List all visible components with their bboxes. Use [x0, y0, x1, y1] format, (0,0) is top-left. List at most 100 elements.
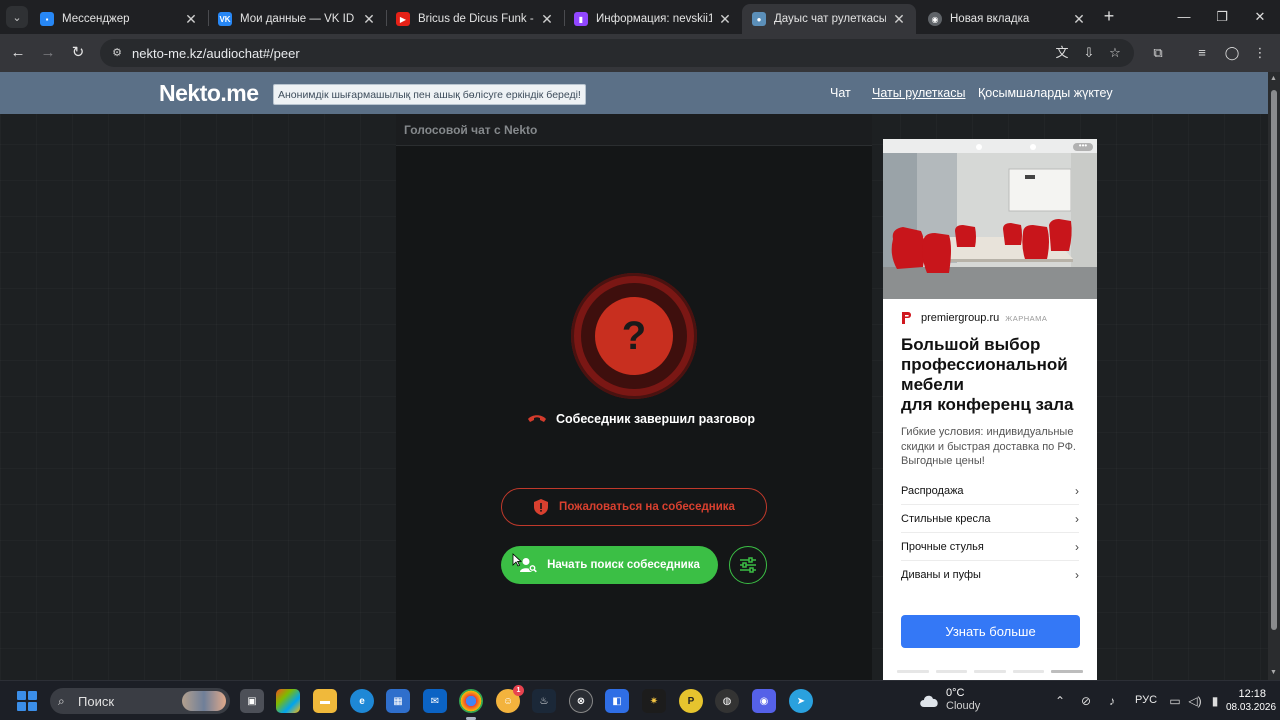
minimize-icon[interactable]: — [1172, 6, 1196, 28]
scroll-down-icon[interactable]: ▼ [1270, 669, 1277, 676]
start-search-button[interactable]: Начать поиск собеседника [501, 546, 718, 584]
close-tab-icon[interactable]: ✕ [1072, 11, 1086, 28]
site-logo[interactable]: Nekto.me [159, 80, 259, 107]
close-tab-icon[interactable]: ✕ [362, 11, 376, 28]
weather-temperature: 0°C [946, 687, 965, 699]
carousel-dot-active[interactable] [1051, 670, 1083, 673]
windows-start-icon[interactable] [17, 691, 37, 711]
site-info-icon[interactable]: ⚙ [110, 46, 124, 60]
profile-icon[interactable]: ◯ [1222, 43, 1242, 63]
tab-label: Новая вкладка [950, 13, 1030, 25]
discord-icon[interactable]: ☺ 1 [496, 685, 524, 713]
carousel-dot[interactable] [1012, 670, 1045, 673]
outlook-icon[interactable]: ✉ [423, 689, 447, 713]
ad-brand[interactable]: premiergroup.ru ЖАРНАМА [901, 311, 1047, 325]
close-tab-icon[interactable]: ✕ [540, 11, 554, 28]
network-icon[interactable]: ▭ [1167, 693, 1183, 709]
app-icon-star[interactable]: ✷ [642, 689, 666, 713]
report-peer-button[interactable]: Пожаловаться на собеседника [501, 488, 767, 526]
media-control-icon[interactable]: ≡ [1192, 43, 1212, 63]
ad-domain[interactable]: premiergroup.ru [921, 312, 999, 324]
tab-twitch[interactable]: ▮ Информация: nevskii11 - ✕ [564, 4, 742, 34]
close-tab-icon[interactable]: ✕ [184, 11, 198, 28]
ad-link-stools[interactable]: Прочные стулья › [901, 533, 1079, 561]
translate-icon[interactable]: 文 [1052, 43, 1072, 63]
ad-link-sofas[interactable]: Диваны и пуфы › [901, 561, 1079, 589]
ad-more-options-icon[interactable]: ••• [1073, 142, 1093, 151]
url-text[interactable]: nekto-me.kz/audiochat#/peer [132, 46, 300, 61]
shield-alert-icon [533, 498, 549, 516]
nav-link-roulette[interactable]: Чаты рулеткасы [872, 86, 965, 100]
ad-links-list: Распродажа › Стильные кресла › Прочные с… [901, 477, 1079, 589]
ad-link-chairs[interactable]: Стильные кресла › [901, 505, 1079, 533]
app-icon-hub[interactable]: ⊗ [569, 689, 593, 713]
taskbar-search[interactable]: ⌕ Поиск [50, 688, 230, 714]
chevron-right-icon: › [1075, 483, 1079, 498]
youtube-icon: ▶ [396, 12, 410, 26]
ad-cta-button[interactable]: Узнать больше [901, 615, 1080, 648]
tab-vk-id[interactable]: VK Мои данные — VK ID ✕ [208, 4, 386, 34]
browser-toolbar: ← → ↻ ⚙ nekto-me.kz/audiochat#/peer 文 ⇩ … [0, 34, 1280, 72]
address-bar[interactable]: ⚙ nekto-me.kz/audiochat#/peer [100, 39, 1134, 67]
clock-date: 08.03.2026 [1226, 702, 1277, 713]
volume-icon[interactable]: ◁) [1187, 693, 1203, 709]
install-app-icon[interactable]: ⇩ [1079, 43, 1099, 63]
microsoft-store-icon[interactable]: ▦ [386, 689, 410, 713]
taskbar-clock[interactable]: 12:18 08.03.2026 [1226, 687, 1277, 715]
steam-icon[interactable]: ♨ [532, 689, 556, 713]
tab-search-icon[interactable]: ⌄ [6, 6, 28, 28]
ad-image-conference-room[interactable]: ••• [883, 139, 1097, 299]
tab-messenger[interactable]: ▪ Мессенджер ✕ [30, 4, 208, 34]
vk-messenger-icon: ▪ [40, 12, 54, 26]
close-window-icon[interactable]: ✕ [1248, 6, 1272, 28]
file-explorer-icon[interactable]: ▬ [313, 689, 337, 713]
obs-icon[interactable]: ◍ [715, 689, 739, 713]
ad-headline[interactable]: Большой выбор профессиональной мебели дл… [901, 335, 1087, 415]
nav-link-download-apps[interactable]: Қосымшаларды жүктеу [978, 86, 1113, 100]
app-icon-chat[interactable]: ◉ [752, 689, 776, 713]
scroll-up-icon[interactable]: ▲ [1270, 75, 1277, 82]
bookmark-star-icon[interactable]: ☆ [1105, 43, 1125, 63]
carousel-dot[interactable] [897, 670, 929, 673]
tab-new-tab[interactable]: ◉ Новая вкладка ✕ [918, 4, 1096, 34]
tab-youtube[interactable]: ▶ Bricus de Dicus Funk - You ✕ [386, 4, 564, 34]
tab-nekto-audiochat[interactable]: ● Дауыс чат рулеткасы — N ✕ [742, 4, 916, 34]
page-scrollbar[interactable]: ▲ ▼ [1268, 72, 1280, 680]
search-highlight-image [182, 691, 226, 711]
nav-link-chat[interactable]: Чат [830, 86, 851, 100]
call-ended-text: Собеседник завершил разговор [556, 412, 756, 426]
ad-link-sale[interactable]: Распродажа › [901, 477, 1079, 505]
battery-icon[interactable]: ▮ [1207, 693, 1223, 709]
carousel-dot[interactable] [935, 670, 968, 673]
carousel-dot[interactable] [974, 670, 1006, 673]
task-view-icon[interactable]: ▣ [240, 689, 264, 713]
wifi-off-icon[interactable]: ⊘ [1078, 693, 1094, 709]
extensions-icon[interactable]: ⧉ [1148, 43, 1168, 63]
copilot-icon[interactable] [276, 689, 300, 713]
edge-icon[interactable]: e [350, 689, 374, 713]
menu-kebab-icon[interactable]: ⋮ [1250, 43, 1270, 63]
forward-icon[interactable]: → [38, 43, 58, 63]
close-tab-icon[interactable]: ✕ [892, 11, 906, 28]
new-tab-button[interactable]: + [1100, 7, 1118, 26]
advertisement[interactable]: ••• premiergroup.ru ЖАРНАМА Большой выбо… [883, 139, 1097, 680]
chevron-up-icon[interactable]: ⌃ [1052, 693, 1068, 709]
restore-icon[interactable]: ❐ [1210, 6, 1234, 28]
app-icon-blue[interactable]: ◧ [605, 689, 629, 713]
scrollbar-thumb[interactable] [1271, 90, 1277, 630]
close-tab-icon[interactable]: ✕ [718, 11, 732, 28]
input-language[interactable]: РУС [1135, 694, 1157, 706]
site-tagline: Анонимдік шығармашылық пен ашық бөлісуге… [273, 84, 586, 105]
ad-link-label: Прочные стулья [901, 540, 984, 553]
back-icon[interactable]: ← [8, 43, 28, 63]
ad-link-label: Распродажа [901, 484, 964, 497]
telegram-icon[interactable]: ➤ [789, 689, 813, 713]
chrome-taskbar-icon[interactable] [459, 689, 483, 720]
app-icon-p[interactable]: P [679, 689, 703, 713]
chat-title-bar: Голосовой чат с Nekto [396, 114, 872, 146]
weather-widget[interactable]: 0°C Cloudy [918, 687, 980, 713]
report-peer-label: Пожаловаться на собеседника [559, 501, 735, 513]
microphone-tray-icon[interactable]: ♪ [1104, 693, 1120, 709]
reload-icon[interactable]: ↻ [68, 43, 88, 63]
search-settings-button[interactable] [729, 546, 767, 584]
